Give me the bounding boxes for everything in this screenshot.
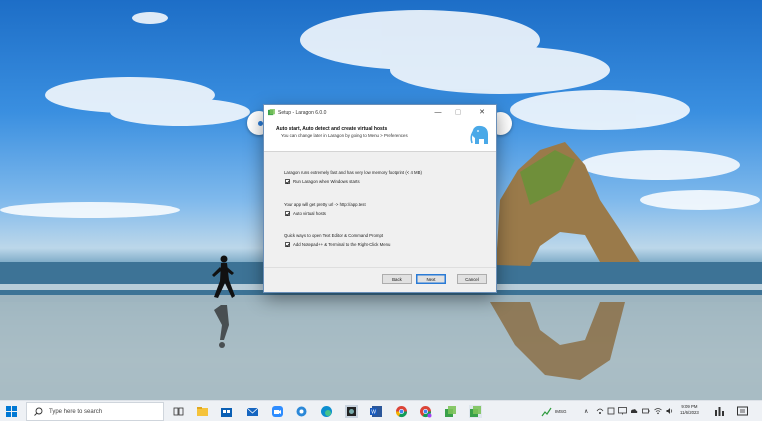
- laragon-elephant-icon: [470, 125, 488, 144]
- file-explorer-icon[interactable]: [196, 405, 209, 418]
- battery-icon[interactable]: [642, 407, 650, 415]
- clock-date: 11/6/2023: [680, 410, 699, 415]
- media-icon[interactable]: [345, 405, 358, 418]
- task-view-icon[interactable]: [172, 405, 185, 418]
- run-on-startup-label: Run Laragon when Windows starts: [293, 179, 360, 184]
- screen-bottom-margin: [0, 421, 770, 433]
- stock-label[interactable]: IMSG: [555, 401, 567, 422]
- display-icon[interactable]: [618, 407, 627, 415]
- cloud-icon[interactable]: [630, 407, 638, 415]
- taskbar-clock[interactable]: 9:09 PM 11/6/2023: [680, 404, 699, 416]
- close-button[interactable]: ✕: [476, 107, 488, 117]
- maximize-button[interactable]: ▢: [452, 107, 464, 117]
- windows-start-icon[interactable]: [6, 406, 17, 417]
- setup-window: Setup - Laragon 6.0.0 — ▢ ✕ Auto start, …: [264, 105, 496, 292]
- photos-icon[interactable]: [295, 405, 308, 418]
- context-menu-checkbox[interactable]: Add Notepad++ & Terminal to the Right-Cl…: [285, 242, 390, 247]
- mail-icon[interactable]: [246, 405, 259, 418]
- window-titlebar[interactable]: Setup - Laragon 6.0.0 — ▢ ✕: [264, 105, 496, 120]
- store-icon[interactable]: [220, 405, 233, 418]
- chrome-profile-icon[interactable]: [419, 405, 432, 418]
- word-icon[interactable]: W: [370, 405, 383, 418]
- checkbox-checked-icon[interactable]: [285, 179, 290, 184]
- svg-text:W: W: [371, 410, 376, 416]
- checkbox-checked-icon[interactable]: [285, 211, 290, 216]
- context-menu-label: Add Notepad++ & Terminal to the Right-Cl…: [293, 242, 391, 247]
- wizard-page-title: Auto start, Auto detect and create virtu…: [276, 126, 388, 132]
- screen-right-margin: [762, 0, 770, 433]
- search-icon: [34, 407, 43, 416]
- clipboard-icon[interactable]: [607, 407, 615, 415]
- edge-icon[interactable]: [320, 405, 333, 418]
- run-on-startup-checkbox[interactable]: Run Laragon when Windows starts: [285, 179, 360, 184]
- wizard-header: Auto start, Auto detect and create virtu…: [264, 120, 496, 152]
- chrome-icon[interactable]: [395, 405, 408, 418]
- next-button[interactable]: Next: [416, 274, 446, 284]
- zoom-icon[interactable]: [271, 405, 284, 418]
- laragon-setup-icon: [268, 109, 275, 116]
- taskbar: Type here to search W IMSG ∧ 9:09 PM 11/…: [0, 400, 762, 422]
- widgets-chart-icon[interactable]: [713, 405, 726, 418]
- auto-virtual-hosts-label: Auto virtual hosts: [293, 211, 326, 216]
- search-placeholder: Type here to search: [49, 408, 103, 415]
- wizard-page-subtitle: You can change later in Laragon by going…: [281, 133, 408, 138]
- setup-icon[interactable]: [444, 405, 457, 418]
- stock-chart-icon[interactable]: [541, 406, 552, 417]
- checkbox-checked-icon[interactable]: [285, 242, 290, 247]
- cancel-button[interactable]: Cancel: [457, 274, 487, 284]
- volume-icon[interactable]: [666, 407, 674, 415]
- wizard-footer: Back Next Cancel: [264, 267, 496, 292]
- memory-description: Laragon runs extremely fast and has very…: [284, 170, 422, 175]
- quick-open-description: Quick ways to open Text Editor & Command…: [284, 233, 384, 238]
- chevron-up-icon[interactable]: ∧: [584, 401, 588, 422]
- notifications-icon[interactable]: [736, 405, 749, 418]
- wifi-icon[interactable]: [654, 407, 662, 415]
- laragon-setup-icon[interactable]: [469, 405, 482, 418]
- minimize-button[interactable]: —: [432, 107, 444, 117]
- back-button[interactable]: Back: [382, 274, 412, 284]
- pretty-url-description: Your app will get pretty url -> http://a…: [284, 202, 366, 207]
- network-icon[interactable]: [596, 407, 604, 415]
- auto-virtual-hosts-checkbox[interactable]: Auto virtual hosts: [285, 211, 326, 216]
- window-title: Setup - Laragon 6.0.0: [278, 109, 327, 116]
- taskbar-search-box[interactable]: Type here to search: [26, 402, 164, 421]
- widget-dot-icon: [258, 121, 263, 126]
